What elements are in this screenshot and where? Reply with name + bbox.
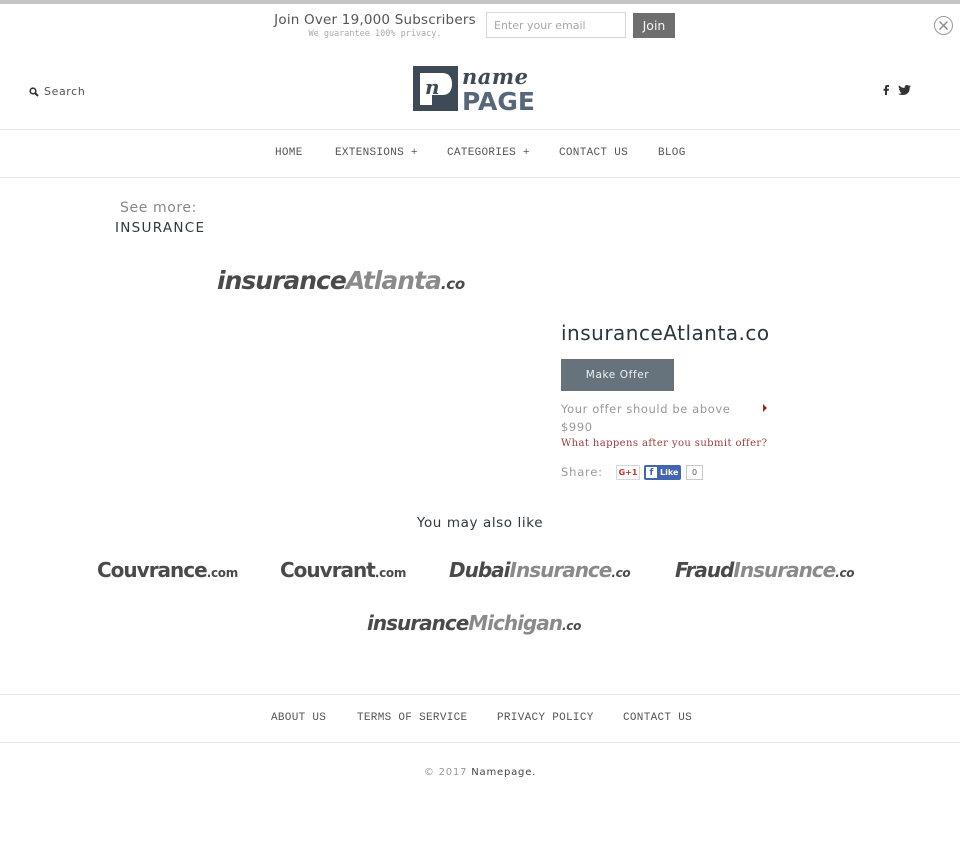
subscribe-subtitle: We guarantee 100% privacy. bbox=[308, 29, 442, 39]
related-domain[interactable]: DubaiInsurance.co bbox=[449, 558, 631, 582]
nav-categories[interactable]: CATEGORIES + bbox=[447, 147, 530, 159]
see-more-category-link[interactable]: INSURANCE bbox=[115, 220, 205, 236]
facebook-like-count: 0 bbox=[686, 465, 703, 480]
copyright: © 2017 Namepage. bbox=[0, 767, 960, 778]
related-domain[interactable]: Couvrance.com bbox=[97, 558, 238, 582]
search-label: Search bbox=[44, 85, 86, 98]
facebook-like-button[interactable]: f Like bbox=[644, 465, 681, 480]
copyright-prefix: © 2017 bbox=[423, 767, 468, 778]
footer-nav: ABOUT US TERMS OF SERVICE PRIVACY POLICY… bbox=[0, 694, 960, 743]
domain-logo: insuranceAtlanta.co bbox=[217, 266, 465, 295]
namepage-logo-icon: n name PAGE bbox=[413, 64, 535, 116]
subscribe-title: Join Over 19,000 Subscribers bbox=[274, 12, 476, 28]
google-plus-label: G+1 bbox=[618, 468, 638, 477]
related-domain-part1: Fraud bbox=[675, 558, 734, 582]
footer-about-us[interactable]: ABOUT US bbox=[271, 712, 326, 724]
related-domain[interactable]: insuranceMichigan.co bbox=[367, 611, 581, 635]
related-domain-part1: insurance bbox=[367, 611, 469, 635]
domain-title: insuranceAtlanta.co bbox=[561, 321, 770, 345]
facebook-icon: f bbox=[646, 467, 657, 478]
offer-minimum-text: Your offer should be above bbox=[561, 402, 731, 416]
top-border bbox=[0, 0, 960, 4]
brand-link[interactable]: Namepage. bbox=[471, 767, 536, 778]
footer-privacy-policy[interactable]: PRIVACY POLICY bbox=[497, 712, 594, 724]
related-domain-tld: .com bbox=[206, 566, 239, 580]
related-domain-part1: Couvrance bbox=[97, 558, 208, 582]
related-domain-part2: Insurance bbox=[509, 558, 613, 582]
facebook-icon bbox=[883, 85, 889, 95]
nav-contact-us[interactable]: CONTACT US bbox=[559, 147, 628, 159]
offer-help-link[interactable]: What happens after you submit offer? bbox=[561, 438, 767, 449]
site-logo[interactable]: n name PAGE bbox=[412, 64, 549, 116]
footer-contact-us[interactable]: CONTACT US bbox=[623, 712, 692, 724]
related-domain[interactable]: Couvrant.com bbox=[280, 558, 406, 582]
nav-home[interactable]: HOME bbox=[275, 147, 303, 159]
twitter-link[interactable] bbox=[898, 85, 911, 95]
offer-minimum-value: $990 bbox=[561, 420, 593, 434]
related-domain-part2: Insurance bbox=[733, 558, 836, 582]
logo-bottom: PAGE bbox=[462, 87, 535, 112]
search-icon bbox=[29, 86, 39, 97]
related-domain-tld: .co bbox=[611, 566, 631, 580]
share-label: Share: bbox=[561, 465, 603, 479]
domain-logo-part1: insurance bbox=[217, 266, 347, 295]
domain-logo-tld: .co bbox=[440, 275, 465, 293]
nav-blog[interactable]: BLOG bbox=[658, 147, 686, 159]
main-nav: HOME EXTENSIONS + CATEGORIES + CONTACT U… bbox=[0, 129, 960, 178]
facebook-link[interactable] bbox=[883, 85, 889, 95]
offer-minimum: Your offer should be above $990 bbox=[561, 400, 741, 436]
related-domain-tld: .co bbox=[562, 619, 582, 633]
social-links bbox=[883, 85, 911, 95]
close-button[interactable] bbox=[934, 16, 953, 35]
search-button[interactable]: Search bbox=[29, 85, 85, 98]
close-icon bbox=[939, 21, 948, 30]
related-domain-tld: .com bbox=[374, 566, 407, 580]
email-input[interactable] bbox=[486, 12, 626, 38]
related-title: You may also like bbox=[416, 515, 544, 531]
related-domain-tld: .co bbox=[835, 566, 855, 580]
nav-extensions[interactable]: EXTENSIONS + bbox=[335, 147, 418, 159]
make-offer-button[interactable]: Make Offer bbox=[561, 359, 674, 391]
google-plus-button[interactable]: G+1 bbox=[616, 465, 640, 480]
logo-mark: n bbox=[425, 75, 440, 99]
see-more-label: See more: bbox=[120, 200, 197, 216]
domain-logo-part2: Atlanta bbox=[345, 266, 442, 295]
join-button[interactable]: Join bbox=[633, 13, 675, 38]
related-domain-part2: Michigan bbox=[468, 611, 563, 635]
logo-top: name bbox=[462, 64, 528, 89]
twitter-icon bbox=[898, 85, 911, 95]
related-domain-part1: Couvrant bbox=[280, 558, 376, 582]
subscribe-promo: Join Over 19,000 Subscribers We guarante… bbox=[270, 12, 480, 39]
related-domain[interactable]: FraudInsurance.co bbox=[675, 558, 855, 582]
related-domain-part1: Dubai bbox=[449, 558, 511, 582]
footer-terms-of-service[interactable]: TERMS OF SERVICE bbox=[357, 712, 467, 724]
facebook-like-label: Like bbox=[660, 468, 679, 477]
caret-right-icon[interactable] bbox=[763, 404, 767, 412]
